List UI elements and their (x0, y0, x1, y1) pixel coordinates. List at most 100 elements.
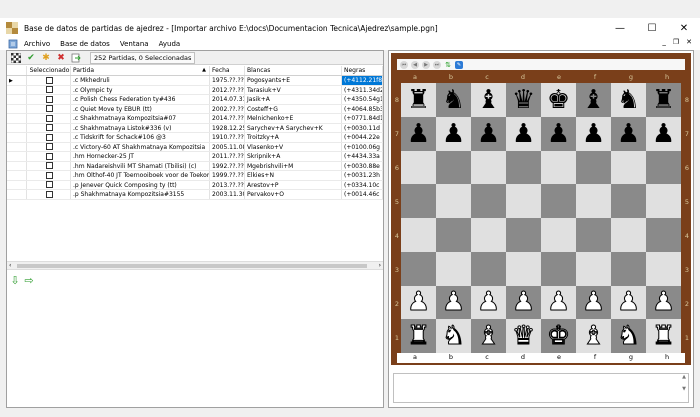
row-select-cell[interactable] (27, 76, 71, 85)
row-indicator[interactable] (7, 104, 27, 113)
board-square[interactable] (401, 251, 436, 286)
table-row[interactable]: .c Victory-60 AT Shakhmatnaya Kompozitsi… (7, 142, 383, 152)
board-square[interactable] (436, 184, 471, 218)
board-square[interactable] (506, 150, 541, 185)
row-select-cell[interactable] (27, 142, 71, 151)
board-square[interactable]: ♟ (611, 116, 646, 151)
board-square[interactable]: ♟ (506, 116, 541, 151)
board-square[interactable] (471, 184, 506, 218)
board-square[interactable]: ♞ (611, 83, 646, 117)
table-row[interactable]: .hm Hornecker-25 JT 2011.??.?? Skripnik+A(… (7, 152, 383, 162)
star-icon[interactable]: ✱ (41, 53, 51, 63)
board-square[interactable] (541, 218, 576, 252)
menu-archivo[interactable]: Archivo (24, 40, 50, 48)
white-bishop-icon[interactable]: ♝ (476, 323, 500, 350)
black-bishop-icon[interactable]: ♝ (477, 87, 500, 113)
black-pawn-icon[interactable]: ♟ (617, 121, 640, 147)
row-checkbox[interactable] (46, 95, 53, 103)
board-square[interactable] (576, 218, 611, 252)
arrow-down-icon[interactable]: ⇩ (9, 274, 21, 287)
row-checkbox[interactable] (46, 105, 53, 113)
row-checkbox[interactable] (46, 152, 53, 160)
arrow-right-icon[interactable]: ⇨ (23, 274, 35, 287)
col-header-fecha[interactable]: Fecha (210, 66, 245, 75)
black-knight-icon[interactable]: ♞ (442, 87, 465, 113)
board-square[interactable] (436, 150, 471, 185)
board-square[interactable]: ♝ (471, 319, 506, 353)
black-king-icon[interactable]: ♚ (547, 87, 570, 113)
row-indicator[interactable] (7, 123, 27, 132)
board-square[interactable] (646, 218, 681, 252)
minimize-button[interactable]: — (604, 18, 636, 38)
mdi-restore-button[interactable]: ❐ (673, 38, 679, 46)
row-checkbox[interactable] (46, 133, 53, 141)
move-comment-box[interactable]: ▲ ▼ (393, 373, 689, 403)
maximize-button[interactable]: ☐ (636, 18, 668, 38)
black-pawn-icon[interactable]: ♟ (477, 121, 500, 147)
board-square[interactable] (401, 184, 436, 218)
board-square[interactable]: ♟ (401, 285, 436, 320)
row-indicator[interactable] (7, 161, 27, 170)
next-move-icon[interactable]: ▶ (422, 60, 430, 69)
white-pawn-icon[interactable]: ♟ (511, 289, 535, 316)
row-indicator[interactable] (7, 180, 27, 189)
table-row[interactable]: .c Olympic ty 2012.??.?? Tarasiuk+V (+4311.… (7, 85, 383, 95)
table-row[interactable]: .c Quiet Move ty EBUR (tt) 2002.??.?? Cost… (7, 104, 383, 114)
chessboard-icon[interactable] (11, 52, 21, 63)
black-bishop-icon[interactable]: ♝ (582, 87, 605, 113)
black-rook-icon[interactable]: ♜ (407, 87, 430, 113)
table-row[interactable]: .hm Olthof-40 JT Toernooiboek voor de To… (7, 171, 383, 181)
row-checkbox[interactable] (46, 171, 53, 179)
col-header-negras[interactable]: Negras (342, 66, 383, 75)
white-pawn-icon[interactable]: ♟ (406, 289, 430, 316)
row-checkbox[interactable] (46, 181, 53, 189)
row-select-cell[interactable] (27, 104, 71, 113)
board-square[interactable]: ♟ (471, 116, 506, 151)
black-rook-icon[interactable]: ♜ (652, 87, 675, 113)
table-row[interactable]: .c Shakhmatnaya Listok#336 (v) 1928.12.25… (7, 123, 383, 133)
white-pawn-icon[interactable]: ♟ (441, 289, 465, 316)
board-square[interactable] (436, 251, 471, 286)
row-indicator[interactable] (7, 95, 27, 104)
white-pawn-icon[interactable]: ♟ (476, 289, 500, 316)
black-pawn-icon[interactable]: ♟ (512, 121, 535, 147)
menu-ventana[interactable]: Ventana (120, 40, 149, 48)
row-checkbox[interactable] (46, 114, 53, 122)
white-king-icon[interactable]: ♚ (546, 323, 570, 350)
white-rook-icon[interactable]: ♜ (406, 323, 430, 350)
white-pawn-icon[interactable]: ♟ (546, 289, 570, 316)
mdi-minimize-button[interactable]: _ (662, 38, 666, 46)
col-header-partida[interactable]: Partida ▲ (71, 66, 210, 75)
black-pawn-icon[interactable]: ♟ (582, 121, 605, 147)
board-square[interactable] (541, 184, 576, 218)
row-select-cell[interactable] (27, 190, 71, 199)
board-square[interactable] (506, 251, 541, 286)
row-checkbox[interactable] (46, 190, 53, 198)
board-square[interactable] (646, 251, 681, 286)
black-knight-icon[interactable]: ♞ (617, 87, 640, 113)
row-checkbox[interactable] (46, 76, 53, 84)
scroll-right-icon[interactable]: › (379, 262, 381, 269)
board-square[interactable]: ♟ (436, 116, 471, 151)
board-square[interactable]: ♛ (506, 319, 541, 353)
black-pawn-icon[interactable]: ♟ (547, 121, 570, 147)
board-square[interactable]: ♜ (646, 319, 681, 353)
board-square[interactable]: ♟ (436, 285, 471, 320)
table-row[interactable]: .c Tidskrift for Schack#106 @3 1910.??.??… (7, 133, 383, 143)
comment-scrollbar[interactable]: ▲ ▼ (680, 374, 688, 402)
table-row[interactable]: .c Polish Chess Federation ty#436 2014.07… (7, 95, 383, 105)
chessboard[interactable]: ♜ ♞ ♝ ♛ ♚ ♝ ♞ ♜ ♟ ♟ ♟ ♟ ♟ ♟ ♟ ♟ ♟ ♟ ♟ ♟ ♟ ♟ ♟ ♟ ♜ ♞ ♝ ♛ ♚ ♝ ♞ ♜ (401, 83, 681, 353)
row-indicator[interactable] (7, 190, 27, 199)
row-indicator[interactable]: ▶ (7, 76, 27, 85)
white-pawn-icon[interactable]: ♟ (651, 289, 675, 316)
row-select-cell[interactable] (27, 152, 71, 161)
black-queen-icon[interactable]: ♛ (512, 87, 535, 113)
white-pawn-icon[interactable]: ♟ (581, 289, 605, 316)
row-indicator[interactable] (7, 152, 27, 161)
row-indicator[interactable] (7, 133, 27, 142)
white-knight-icon[interactable]: ♞ (616, 323, 640, 350)
check-icon[interactable]: ✔ (26, 53, 36, 63)
row-checkbox[interactable] (46, 162, 53, 170)
export-icon[interactable] (71, 53, 81, 63)
board-square[interactable]: ♟ (646, 285, 681, 320)
